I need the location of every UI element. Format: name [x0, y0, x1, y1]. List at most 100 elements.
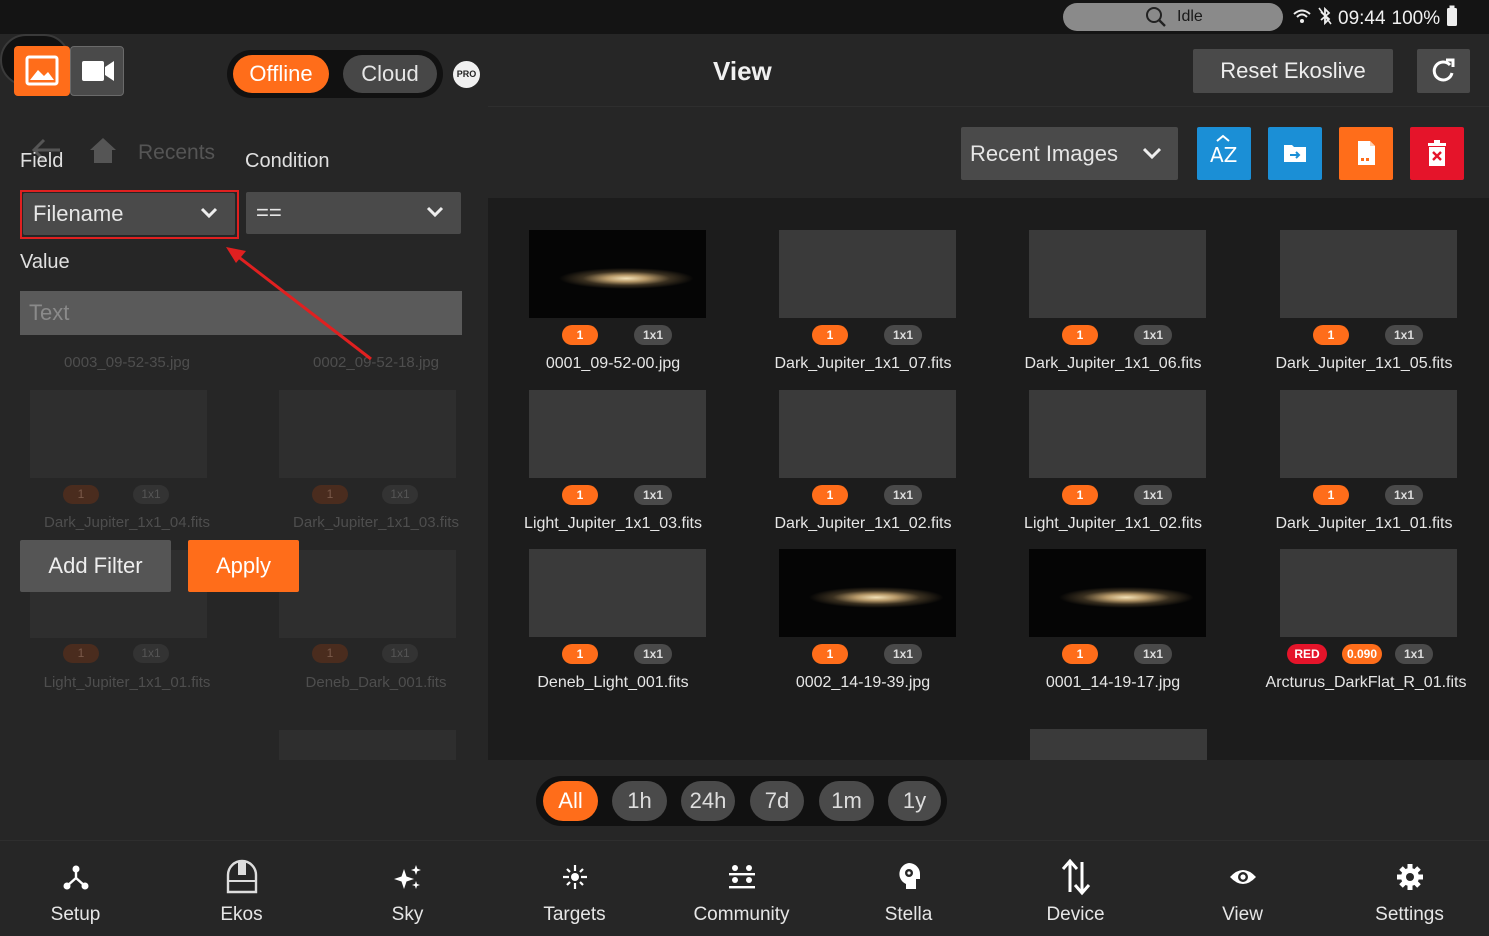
image-thumbnail[interactable] — [1280, 390, 1457, 478]
image-thumbnail[interactable] — [779, 390, 956, 478]
image-tile[interactable]: 1 1x1 Light_Jupiter_1x1_03.fits — [488, 390, 738, 550]
nav-setup[interactable]: Setup — [0, 841, 159, 936]
image-thumbnail[interactable] — [1029, 549, 1206, 637]
image-caption: Dark_Jupiter_1x1_02.fits — [774, 515, 952, 532]
image-tile[interactable]: 1 1x1 Deneb_Light_001.fits — [488, 549, 738, 709]
image-caption: Arcturus_DarkFlat_R_01.fits — [1265, 674, 1467, 691]
folder-move-icon — [1284, 145, 1306, 162]
image-thumbnail[interactable] — [529, 549, 706, 637]
export-file-button[interactable] — [1339, 127, 1393, 180]
bin-badge: 1x1 — [634, 644, 672, 664]
bin-badge: 1x1 — [1385, 325, 1423, 345]
filter-panel: Offline Cloud PRO Recents Field Conditio… — [0, 34, 488, 760]
bin-badge: 1x1 — [1134, 644, 1172, 664]
nav-sky[interactable]: Sky — [324, 841, 491, 936]
nav-ekos[interactable]: Ekos — [158, 841, 325, 936]
nav-view[interactable]: View — [1159, 841, 1326, 936]
bin-badge: 1x1 — [634, 325, 672, 345]
image-thumbnail[interactable] — [1029, 390, 1206, 478]
page-title: View — [713, 56, 772, 86]
image-thumbnail[interactable] — [529, 230, 706, 318]
bin-badge: 1x1 — [1395, 644, 1433, 664]
time-filter-1m[interactable]: 1m — [819, 781, 874, 821]
count-badge: 1 — [1062, 644, 1098, 664]
move-to-folder-button[interactable] — [1268, 127, 1322, 180]
refresh-button[interactable] — [1417, 49, 1470, 93]
image-tile[interactable]: 1 1x1 Dark_Jupiter_1x1_01.fits — [1239, 390, 1489, 550]
image-toolbar: Recent Images AZ — [488, 106, 1489, 198]
annotation-arrow — [226, 247, 372, 361]
count-badge: 1 — [1062, 485, 1098, 505]
community-icon — [658, 859, 825, 895]
bin-badge: 1x1 — [884, 485, 922, 505]
image-thumbnail[interactable] — [1280, 230, 1457, 318]
time-filter-7d[interactable]: 7d — [750, 781, 804, 821]
image-tile[interactable]: 1 1x1 Light_Jupiter_1x1_02.fits — [988, 390, 1238, 550]
delete-button[interactable] — [1410, 127, 1464, 180]
image-caption: Deneb_Light_001.fits — [537, 674, 689, 691]
nav-label: Setup — [50, 904, 101, 925]
bin-badge: 1x1 — [884, 644, 922, 664]
image-thumbnail[interactable] — [1280, 549, 1457, 637]
image-thumbnail[interactable] — [779, 230, 956, 318]
target-icon — [491, 859, 658, 895]
left-footer — [0, 760, 488, 840]
nav-community[interactable]: Community — [658, 841, 825, 936]
image-thumbnail[interactable] — [529, 390, 706, 478]
app-root: Idle 09:44 100% Offline Cloud PRO Recent… — [0, 0, 1489, 936]
bin-badge: 1x1 — [1134, 485, 1172, 505]
time-filter-bar: All 1h 24h 7d 1m 1y — [488, 760, 1489, 840]
count-badge: 1 — [562, 325, 598, 345]
image-tile[interactable]: 1 1x1 0001_09-52-00.jpg — [488, 230, 738, 390]
image-tile[interactable]: 1 1x1 Dark_Jupiter_1x1_02.fits — [738, 390, 988, 550]
time-filter-1y[interactable]: 1y — [888, 781, 941, 821]
nav-label: Community — [693, 904, 790, 925]
svg-text:AZ: AZ — [1210, 143, 1237, 167]
sort-az-button[interactable]: AZ — [1197, 127, 1251, 180]
image-tile[interactable]: 1 1x1 Dark_Jupiter_1x1_05.fits — [1239, 230, 1489, 390]
image-thumbnail[interactable] — [779, 549, 956, 637]
wifi-icon — [1292, 8, 1312, 30]
status-pill[interactable]: Idle — [1063, 3, 1283, 31]
nav-settings[interactable]: Settings — [1326, 841, 1489, 936]
clock: 09:44 — [1338, 8, 1386, 29]
count-badge: 1 — [812, 644, 848, 664]
nav-device[interactable]: Device — [992, 841, 1159, 936]
nav-stella[interactable]: Stella — [825, 841, 992, 936]
image-thumbnail[interactable] — [1030, 729, 1207, 760]
bluetooth-off-icon — [1318, 6, 1332, 31]
reset-ekoslive-button[interactable]: Reset Ekoslive — [1193, 49, 1393, 93]
nav-label: Device — [1046, 904, 1105, 925]
image-tile[interactable]: 1 1x1 0002_14-19-39.jpg — [738, 549, 988, 709]
image-caption: Light_Jupiter_1x1_03.fits — [524, 515, 702, 532]
image-caption: 0001_14-19-17.jpg — [1045, 674, 1181, 691]
count-badge: 1 — [1313, 325, 1349, 345]
time-filter-all[interactable]: All — [543, 781, 598, 821]
time-filter-1h[interactable]: 1h — [612, 781, 667, 821]
image-caption: Dark_Jupiter_1x1_05.fits — [1275, 355, 1453, 372]
image-caption: Dark_Jupiter_1x1_07.fits — [774, 355, 952, 372]
count-badge: 1 — [1313, 485, 1349, 505]
status-bar: Idle 09:44 100% — [0, 0, 1489, 34]
image-caption: 0001_09-52-00.jpg — [545, 355, 681, 372]
image-tile[interactable]: RED 0.090 1x1 Arcturus_DarkFlat_R_01.fits — [1239, 549, 1489, 709]
battery-percent: 100% — [1391, 8, 1441, 29]
nav-targets[interactable]: Targets — [491, 841, 658, 936]
image-tile[interactable]: 1 1x1 Dark_Jupiter_1x1_06.fits — [988, 230, 1238, 390]
recent-images-select[interactable]: Recent Images — [961, 127, 1178, 180]
time-filter-24h[interactable]: 24h — [681, 781, 735, 821]
image-tile[interactable]: 1 1x1 Dark_Jupiter_1x1_07.fits — [738, 230, 988, 390]
gear-icon — [1326, 859, 1489, 895]
count-badge: 1 — [562, 485, 598, 505]
image-caption: Dark_Jupiter_1x1_06.fits — [1024, 355, 1202, 372]
transfer-arrows-icon — [992, 858, 1159, 896]
count-badge: 1 — [812, 325, 848, 345]
image-view-panel: View Reset Ekoslive Recent Images AZ 1 1… — [488, 34, 1489, 760]
bottom-navigation: Setup Ekos Sky Targets Community Stella … — [0, 840, 1489, 936]
image-tile[interactable]: 1 1x1 0001_14-19-17.jpg — [988, 549, 1238, 709]
image-caption: 0002_14-19-39.jpg — [795, 674, 931, 691]
time-filter-group: All 1h 24h 7d 1m 1y — [536, 776, 947, 826]
eye-icon — [1159, 859, 1326, 895]
image-thumbnail[interactable] — [1029, 230, 1206, 318]
view-header: View Reset Ekoslive — [488, 34, 1489, 106]
